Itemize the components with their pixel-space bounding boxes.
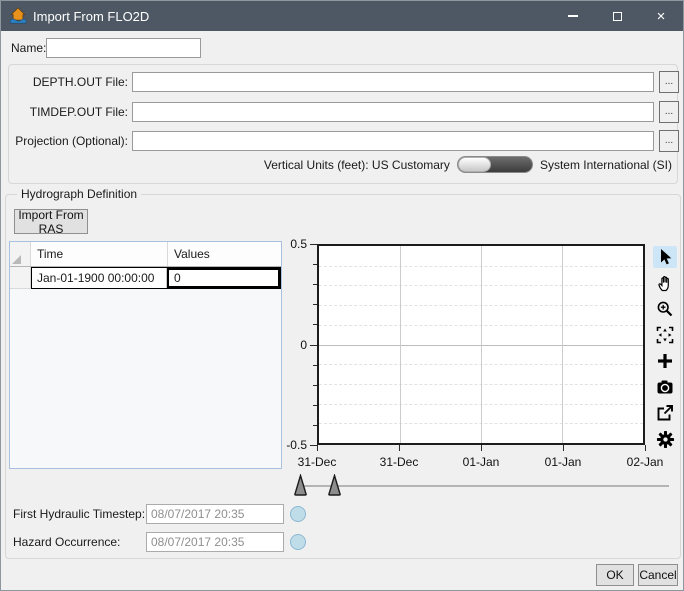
- first-hydraulic-timestep-input[interactable]: [146, 504, 284, 524]
- ok-button[interactable]: OK: [596, 564, 634, 586]
- units-toggle[interactable]: [456, 156, 533, 173]
- y-axis-tick: [310, 445, 317, 446]
- y-axis-tick: [310, 244, 317, 245]
- window-title: Import From FLO2D: [33, 8, 150, 24]
- minimize-icon: [568, 15, 578, 17]
- projection-browse-button[interactable]: ...: [659, 130, 679, 152]
- pan-hand-icon: [658, 275, 669, 292]
- depth-file-input[interactable]: [132, 72, 654, 92]
- settings-tool-button[interactable]: [653, 428, 677, 450]
- chart-toolbar: [653, 246, 679, 450]
- y-axis-tick: [313, 264, 317, 266]
- first-timestep-picker-button[interactable]: [290, 506, 306, 522]
- time-slider-track[interactable]: [298, 485, 669, 487]
- cursor-tool-button[interactable]: [653, 246, 677, 268]
- minimize-button[interactable]: [551, 1, 595, 31]
- vertical-units-row: Vertical Units (feet): US Customary Syst…: [264, 156, 672, 173]
- table-row[interactable]: Jan-01-1900 00:00:00 0: [10, 267, 281, 289]
- import-from-ras-button[interactable]: Import From RAS: [14, 208, 88, 236]
- y-axis-tick: [313, 284, 317, 286]
- add-point-tool-button[interactable]: [653, 350, 677, 372]
- close-button[interactable]: ×: [639, 1, 683, 31]
- timdep-file-input[interactable]: [132, 102, 654, 122]
- depth-browse-button[interactable]: ...: [659, 71, 679, 93]
- v-gridline: [481, 246, 482, 443]
- export-icon: [657, 405, 673, 421]
- x-axis-label: 01-Jan: [544, 455, 582, 469]
- v-gridline: [562, 246, 563, 443]
- cancel-button[interactable]: Cancel: [638, 564, 678, 586]
- x-axis-tick: [399, 445, 400, 451]
- projection-input[interactable]: [132, 131, 654, 151]
- x-axis-tick: [645, 445, 646, 451]
- timdep-browse-button[interactable]: ...: [659, 101, 679, 123]
- column-header-time[interactable]: Time: [31, 242, 168, 266]
- maximize-icon: [612, 11, 622, 21]
- fit-extents-icon: [656, 326, 674, 344]
- units-toggle-knob: [457, 157, 492, 172]
- zoom-in-tool-button[interactable]: [653, 298, 677, 320]
- gear-icon: [656, 430, 674, 448]
- import-from-flo2d-dialog: Import From FLO2D × Name: DEPTH.OUT File…: [0, 0, 684, 591]
- select-all-cell[interactable]: [10, 242, 31, 266]
- y-axis-tick: [313, 324, 317, 326]
- hydrograph-chart[interactable]: [317, 244, 645, 445]
- x-axis-label: 31-Dec: [297, 455, 337, 469]
- slider-handle-left[interactable]: [293, 474, 308, 496]
- name-input[interactable]: [46, 38, 201, 58]
- vertical-units-label: Vertical Units (feet): US Customary: [263, 157, 450, 172]
- x-axis-tick: [481, 445, 482, 451]
- hydrograph-group-label: Hydrograph Definition: [17, 188, 142, 200]
- table-header: Time Values: [10, 242, 281, 267]
- y-axis-label: -0.5: [286, 438, 307, 452]
- first-hydraulic-timestep-label: First Hydraulic Timestep:: [13, 507, 146, 521]
- y-axis-tick: [313, 424, 317, 426]
- app-icon: [10, 7, 27, 24]
- titlebar[interactable]: Import From FLO2D ×: [1, 1, 683, 31]
- y-axis-tick: [313, 304, 317, 306]
- maximize-button[interactable]: [595, 1, 639, 31]
- timdep-file-label: TIMDEP.OUT File:: [29, 105, 128, 119]
- camera-icon: [657, 380, 673, 394]
- x-axis-label: 01-Jan: [462, 455, 500, 469]
- plus-icon: [658, 354, 672, 368]
- select-all-icon: [12, 255, 21, 264]
- y-axis-tick: [313, 364, 317, 366]
- row-header[interactable]: [10, 267, 31, 289]
- snapshot-tool-button[interactable]: [653, 376, 677, 398]
- export-tool-button[interactable]: [653, 402, 677, 424]
- depth-file-label: DEPTH.OUT File:: [32, 75, 128, 89]
- v-gridline: [400, 246, 401, 443]
- x-axis-tick: [563, 445, 564, 451]
- fit-extents-tool-button[interactable]: [653, 324, 677, 346]
- column-header-values[interactable]: Values: [168, 242, 281, 266]
- units-left-option: US Customary: [371, 157, 450, 172]
- values-cell[interactable]: 0: [167, 268, 280, 288]
- x-axis-label: 02-Jan: [626, 455, 664, 469]
- hazard-occurrence-input[interactable]: [146, 532, 284, 552]
- units-right-option: System International (SI): [539, 157, 672, 172]
- y-axis-label: 0: [300, 337, 307, 352]
- y-axis-label: 0.5: [290, 237, 307, 251]
- zoom-in-icon: [657, 301, 673, 317]
- cursor-icon: [661, 249, 672, 265]
- slider-handle-right[interactable]: [327, 474, 342, 496]
- y-axis-tick: [310, 344, 317, 346]
- hazard-occurrence-label: Hazard Occurrence:: [13, 535, 121, 549]
- name-label: Name:: [11, 41, 47, 55]
- pan-tool-button[interactable]: [653, 272, 677, 294]
- hydrograph-table[interactable]: Time Values Jan-01-1900 00:00:00 0: [9, 241, 282, 469]
- x-axis-label: 31-Dec: [379, 455, 419, 469]
- x-axis-tick: [317, 445, 318, 451]
- y-axis-tick: [313, 404, 317, 406]
- time-cell[interactable]: Jan-01-1900 00:00:00: [32, 268, 167, 288]
- projection-label: Projection (Optional):: [15, 134, 128, 148]
- y-axis-tick: [313, 384, 317, 386]
- hazard-picker-button[interactable]: [290, 534, 306, 550]
